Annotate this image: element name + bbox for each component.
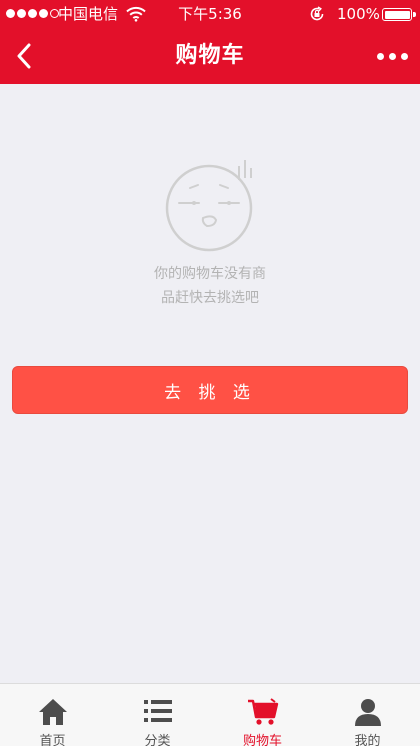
more-dots-icon xyxy=(376,52,384,60)
battery-percentage: 100% xyxy=(337,5,380,23)
list-icon xyxy=(143,700,172,722)
more-button[interactable] xyxy=(370,36,414,76)
tab-label: 分类 xyxy=(144,734,171,746)
header: 中国电信 下午5:36 100% 购物车 xyxy=(0,0,420,84)
tab-profile[interactable]: 我的 xyxy=(315,684,420,746)
sad-face-icon xyxy=(165,160,253,252)
tab-category[interactable]: 分类 xyxy=(105,684,210,746)
cart-icon xyxy=(247,698,278,725)
user-icon xyxy=(354,699,381,726)
home-icon xyxy=(38,699,67,725)
empty-cart-line-1: 你的购物车没有商 xyxy=(154,266,266,282)
tab-bar: 首页 分类 购物车 我的 xyxy=(0,683,420,746)
status-bar: 中国电信 下午5:36 100% xyxy=(0,0,420,28)
empty-cart-line-2: 品赶快去挑选吧 xyxy=(161,290,259,306)
tab-label: 首页 xyxy=(39,734,66,746)
go-shopping-button[interactable]: 去 挑 选 xyxy=(12,366,408,414)
battery-icon xyxy=(382,8,416,21)
nav-bar: 购物车 xyxy=(0,28,420,84)
tab-cart[interactable]: 购物车 xyxy=(210,684,315,746)
rotation-lock-icon xyxy=(310,6,324,21)
tab-label: 我的 xyxy=(354,734,381,746)
tab-label: 购物车 xyxy=(242,734,282,746)
page-title: 购物车 xyxy=(175,43,245,68)
tab-home[interactable]: 首页 xyxy=(0,684,105,746)
empty-cart-message: 你的购物车没有商 品赶快去挑选吧 xyxy=(140,262,280,310)
